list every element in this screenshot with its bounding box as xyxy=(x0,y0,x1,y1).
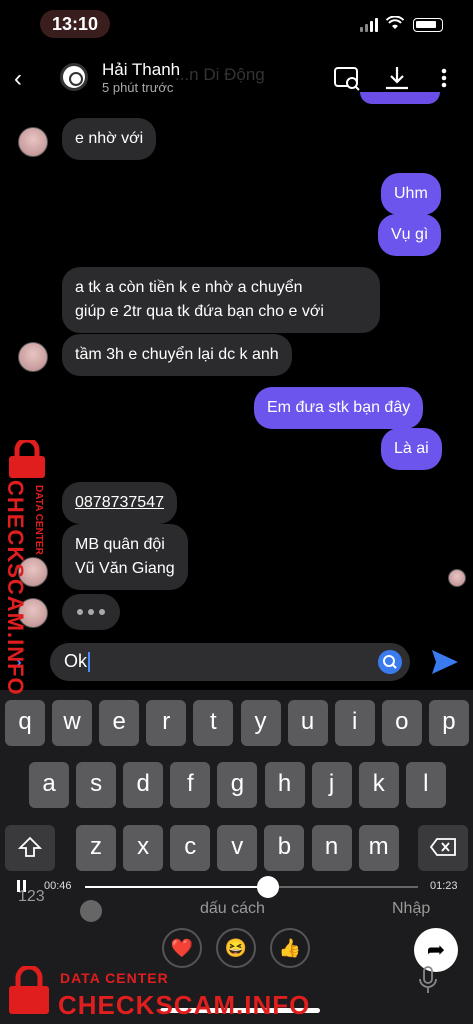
contact-name[interactable]: Hải Thanh xyxy=(102,60,180,80)
contact-avatar[interactable] xyxy=(60,63,88,91)
backspace-key[interactable] xyxy=(418,825,468,871)
key-p[interactable]: p xyxy=(428,700,469,746)
signal-icon xyxy=(360,18,378,32)
key-m[interactable]: m xyxy=(358,825,399,871)
key-v[interactable]: v xyxy=(217,825,258,871)
key-c[interactable]: c xyxy=(170,825,211,871)
previous-message-edge xyxy=(360,92,440,104)
emoji-icon[interactable] xyxy=(80,900,102,922)
watermark-line2: CHECKSCAM.INFO xyxy=(58,990,311,1020)
seen-avatar xyxy=(448,569,466,587)
screen: 13:10 ‹ ...n Di Động Hải Thanh 5 phút tr… xyxy=(0,0,473,1024)
search-icon[interactable] xyxy=(378,650,402,674)
media-elapsed: 00:46 xyxy=(44,880,72,892)
lock-icon xyxy=(9,966,49,1014)
key-g[interactable]: g xyxy=(217,762,258,808)
message-bubble-in[interactable]: e nhờ với xyxy=(62,118,157,160)
message-input[interactable]: Ok xyxy=(50,643,410,681)
last-seen: 5 phút trước xyxy=(102,80,174,95)
download-icon[interactable] xyxy=(382,63,412,93)
key-f[interactable]: f xyxy=(170,762,211,808)
shift-key[interactable] xyxy=(5,825,55,871)
key-y[interactable]: y xyxy=(240,700,281,746)
key-i[interactable]: i xyxy=(334,700,375,746)
watermark-vertical: CHECKSCAM.INFO xyxy=(3,480,28,696)
key-k[interactable]: k xyxy=(358,762,399,808)
key-l[interactable]: l xyxy=(405,762,446,808)
message-bubble-in[interactable]: a tk a còn tiền k e nhờ a chuyển giúp e … xyxy=(62,267,380,333)
message-bubble-in[interactable]: tầm 3h e chuyển lại dc k anh xyxy=(62,334,292,376)
phone-number-link[interactable]: 0878737547 xyxy=(62,482,177,524)
key-j[interactable]: j xyxy=(311,762,352,808)
message-input-value: Ok xyxy=(64,651,88,671)
key-u[interactable]: u xyxy=(287,700,328,746)
wifi-icon xyxy=(386,16,404,29)
gallery-search-icon[interactable] xyxy=(332,63,362,93)
key-e[interactable]: e xyxy=(99,700,140,746)
message-bubble-out[interactable]: Uhm xyxy=(381,173,441,215)
media-player: 00:46 01:23 xyxy=(0,875,473,898)
key-h[interactable]: h xyxy=(264,762,305,808)
return-key[interactable]: Nhập xyxy=(392,900,430,918)
heart-icon[interactable]: ❤️ xyxy=(162,928,202,968)
key-z[interactable]: z xyxy=(76,825,116,871)
key-d[interactable]: d xyxy=(123,762,164,808)
sender-avatar[interactable] xyxy=(18,342,48,372)
typing-indicator xyxy=(62,594,120,630)
key-s[interactable]: s xyxy=(76,762,117,808)
watermark-vertical-small: DATA CENTER xyxy=(33,485,44,555)
key-n[interactable]: n xyxy=(311,825,352,871)
lock-icon xyxy=(9,440,45,478)
key-x[interactable]: x xyxy=(123,825,164,871)
message-bubble-out[interactable]: Vụ gì xyxy=(378,214,442,256)
key-b[interactable]: b xyxy=(264,825,305,871)
status-bar: 13:10 xyxy=(0,10,473,40)
message-bubble-out[interactable]: Là ai xyxy=(381,428,442,470)
key-a[interactable]: a xyxy=(29,762,69,808)
laugh-icon[interactable]: 😆 xyxy=(216,928,256,968)
more-options-icon[interactable] xyxy=(432,63,456,93)
thumbs-up-icon[interactable]: 👍 xyxy=(270,928,310,968)
media-total: 01:23 xyxy=(430,880,458,892)
media-scrubber[interactable] xyxy=(85,886,418,888)
message-bubble-out[interactable]: Em đưa stk bạn đây xyxy=(254,387,424,429)
watermark-line1: DATA CENTER xyxy=(60,970,169,986)
key-o[interactable]: o xyxy=(381,700,422,746)
ghost-text: ...n Di Động xyxy=(175,65,265,84)
key-w[interactable]: w xyxy=(52,700,93,746)
key-t[interactable]: t xyxy=(193,700,234,746)
key-q[interactable]: q xyxy=(5,700,45,746)
battery-icon xyxy=(413,18,443,32)
status-time: 13:10 xyxy=(40,10,110,38)
microphone-icon[interactable] xyxy=(418,965,438,995)
key-r[interactable]: r xyxy=(146,700,187,746)
media-scrubber-knob[interactable] xyxy=(257,876,280,898)
message-bubble-in[interactable]: MB quân đội Vũ Văn Giang xyxy=(62,524,188,590)
space-key[interactable]: dấu cách xyxy=(200,900,265,918)
numbers-key[interactable]: 123 xyxy=(18,888,45,906)
send-icon[interactable] xyxy=(430,648,460,676)
sender-avatar[interactable] xyxy=(18,127,48,157)
back-button[interactable]: ‹ xyxy=(14,65,22,93)
